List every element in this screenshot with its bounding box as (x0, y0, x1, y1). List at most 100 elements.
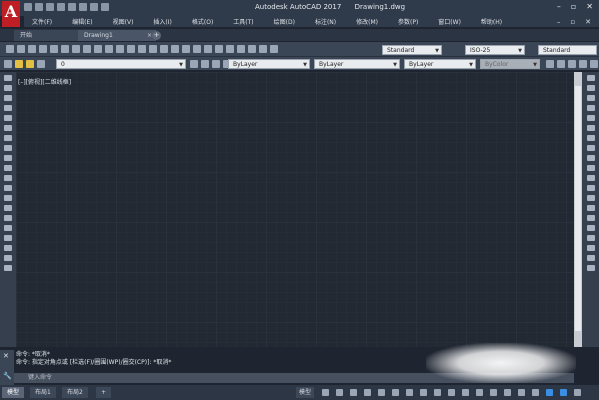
chamfer-icon[interactable] (586, 215, 595, 221)
explode-icon[interactable] (586, 245, 595, 251)
array-icon[interactable] (586, 115, 595, 121)
minimize-icon[interactable]: – (557, 2, 561, 11)
add-selected-icon[interactable] (4, 265, 12, 271)
quick-properties-icon[interactable] (504, 389, 511, 396)
linetype-select[interactable]: ByLayer ▼ (314, 59, 400, 69)
line-icon[interactable] (4, 75, 12, 81)
point-icon[interactable] (4, 205, 12, 211)
annotation-scale-icon[interactable] (462, 389, 469, 396)
insert-block-icon[interactable] (4, 185, 12, 191)
menu-file[interactable]: 文件(F) (24, 17, 64, 26)
customization-icon[interactable] (574, 389, 581, 396)
hardware-acceleration-icon[interactable] (546, 389, 553, 396)
transparency-icon[interactable] (434, 389, 441, 396)
list-icon[interactable] (579, 60, 587, 68)
id-point-icon[interactable] (590, 60, 598, 68)
menu-view[interactable]: 视图(V) (105, 17, 146, 26)
menu-insert[interactable]: 插入(I) (145, 17, 183, 26)
circle-icon[interactable] (4, 135, 12, 141)
plotstyle-select[interactable]: ByColor ▼ (480, 59, 540, 69)
match-properties-icon[interactable] (116, 45, 124, 53)
redo-icon[interactable] (149, 45, 157, 53)
maximize-icon[interactable]: ▫ (571, 2, 576, 11)
mirror-icon[interactable] (586, 95, 595, 101)
units-icon[interactable] (490, 389, 497, 396)
table-style-select[interactable]: Standard (538, 45, 597, 55)
pan-icon[interactable] (160, 45, 168, 53)
layer-select[interactable]: 0 ▼ (56, 59, 186, 69)
cut-icon[interactable] (83, 45, 91, 53)
blend-icon[interactable] (586, 235, 595, 241)
preview-icon[interactable] (50, 45, 58, 53)
close-icon[interactable]: ✕ (3, 352, 9, 360)
workspace-icon[interactable] (476, 389, 483, 396)
doc-maximize-icon[interactable]: ▫ (570, 18, 575, 26)
sun-icon[interactable] (26, 60, 34, 68)
table-icon[interactable] (4, 245, 12, 251)
properties-icon[interactable] (204, 45, 212, 53)
dropdown-icon[interactable] (101, 3, 109, 11)
layer-properties-icon[interactable] (4, 60, 12, 68)
redo-icon[interactable] (90, 3, 98, 11)
doc-close-icon[interactable]: ✕ (585, 18, 591, 26)
tab-layout2[interactable]: 布局2 (62, 387, 88, 398)
menu-draw[interactable]: 绘图(D) (266, 17, 307, 26)
tool-palettes-icon[interactable] (226, 45, 234, 53)
new-icon[interactable] (24, 3, 32, 11)
lock-icon[interactable] (37, 60, 45, 68)
rectangle-icon[interactable] (4, 115, 12, 121)
hatch-icon[interactable] (4, 215, 12, 221)
save-icon[interactable] (46, 3, 54, 11)
quickcalc-icon[interactable] (259, 45, 267, 53)
print-icon[interactable] (68, 3, 76, 11)
model-space-button[interactable]: 模型 (296, 387, 315, 398)
color-select[interactable]: ByLayer ▼ (228, 59, 310, 69)
layer-previous-icon[interactable] (201, 60, 209, 68)
tab-model[interactable]: 模型 (2, 387, 25, 398)
spline-icon[interactable] (4, 155, 12, 161)
zoom-realtime-icon[interactable] (171, 45, 179, 53)
tab-start[interactable]: 开始 (14, 30, 82, 41)
new-tab-button[interactable]: + (152, 31, 161, 40)
clean-screen-icon[interactable] (560, 389, 567, 396)
snap-icon[interactable] (336, 389, 343, 396)
fillet-icon[interactable] (586, 225, 595, 231)
scrollbar-thumb[interactable] (575, 86, 581, 331)
plot-icon[interactable] (39, 45, 47, 53)
isolate-objects-icon[interactable] (532, 389, 539, 396)
tab-layout1[interactable]: 布局1 (30, 387, 56, 398)
undo-icon[interactable] (79, 3, 87, 11)
qnew-icon[interactable] (6, 45, 14, 53)
region-icon[interactable] (4, 235, 12, 241)
trim-icon[interactable] (586, 165, 595, 171)
selection-cycling-icon[interactable] (448, 389, 455, 396)
menu-parametric[interactable]: 参数(P) (390, 17, 430, 26)
menu-edit[interactable]: 编辑(E) (64, 17, 104, 26)
menu-modify[interactable]: 修改(M) (348, 17, 390, 26)
rotate-icon[interactable] (586, 135, 595, 141)
lock-ui-icon[interactable] (518, 389, 525, 396)
open-icon[interactable] (17, 45, 25, 53)
block-editor-icon[interactable] (127, 45, 135, 53)
make-block-icon[interactable] (4, 195, 12, 201)
distance-icon[interactable] (557, 60, 565, 68)
break-icon[interactable] (586, 195, 595, 201)
revcloud-icon[interactable] (4, 145, 12, 151)
sheet-set-icon[interactable] (237, 45, 245, 53)
lineweight-select[interactable]: ByLayer ▼ (404, 59, 476, 69)
offset-icon[interactable] (586, 105, 595, 111)
ellipse-icon[interactable] (4, 165, 12, 171)
object-snap-tracking-icon[interactable] (392, 389, 399, 396)
menu-tools[interactable]: 工具(T) (225, 17, 265, 26)
scale-icon[interactable] (586, 145, 595, 151)
lineweight-icon[interactable] (420, 389, 427, 396)
viewport-controls[interactable]: [–][俯视][二维线框] (18, 77, 71, 86)
layer-match-icon[interactable] (212, 60, 220, 68)
ellipse-arc-icon[interactable] (4, 175, 12, 181)
polygon-icon[interactable] (4, 105, 12, 111)
tab-drawing1[interactable]: Drawing1 × (78, 30, 156, 41)
publish-icon[interactable] (61, 45, 69, 53)
isodraft-icon[interactable] (378, 389, 385, 396)
wrench-icon[interactable]: 🔧 (3, 372, 12, 380)
join-icon[interactable] (586, 205, 595, 211)
